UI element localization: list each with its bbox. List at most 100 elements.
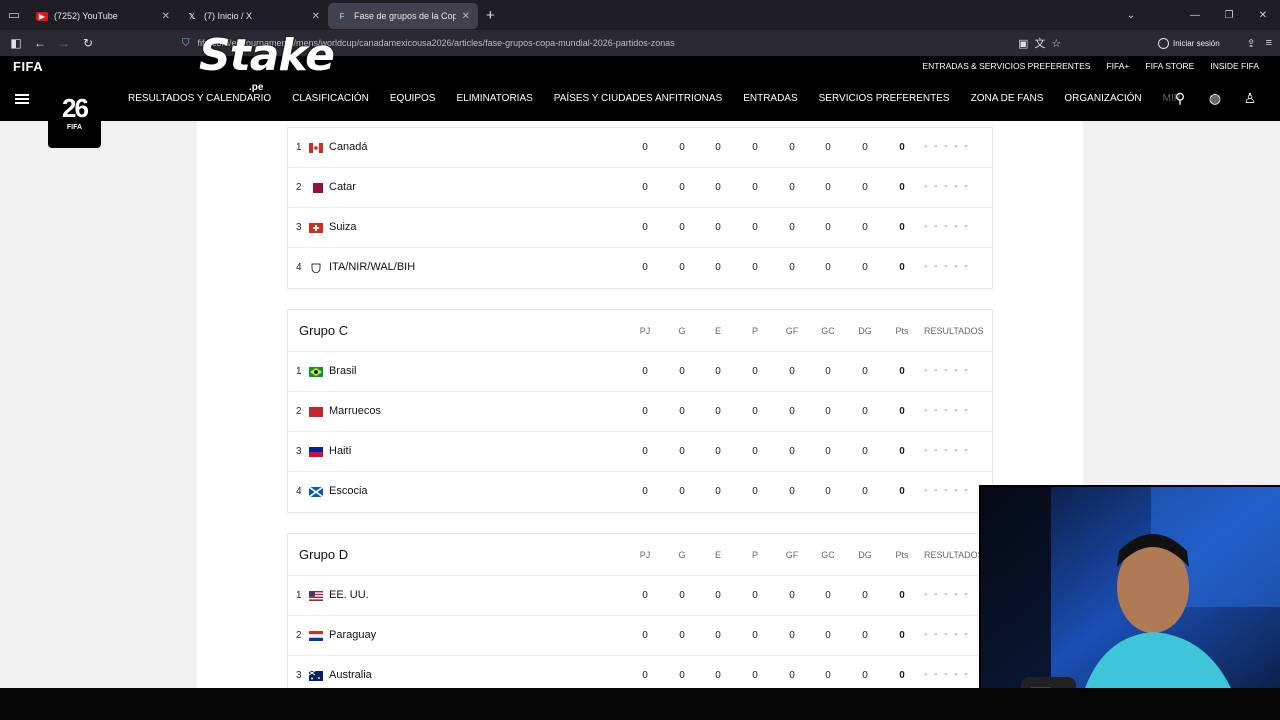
team-position: 3 xyxy=(296,670,302,681)
stat-gc: 0 xyxy=(825,182,831,193)
extensions-icon[interactable]: ⇪ xyxy=(1246,37,1255,50)
stat-gf: 0 xyxy=(789,590,795,601)
stat-dg: 0 xyxy=(862,446,868,457)
table-row[interactable]: 2 Paraguay 0 0 0 0 0 0 0 0 - - - - - xyxy=(288,616,992,656)
close-tab-icon[interactable]: ✕ xyxy=(462,11,470,22)
menu-zona-fans[interactable]: ZONA DE FANS xyxy=(971,93,1044,104)
world-cup-2026-logo[interactable]: 26 FIFA xyxy=(48,80,101,148)
menu-icon[interactable]: ≡ xyxy=(1266,37,1272,49)
close-tab-icon[interactable]: ✕ xyxy=(312,11,320,22)
menu-clasificacion[interactable]: CLASIFICACIÓN xyxy=(292,93,369,104)
stat-pj: 0 xyxy=(642,182,648,193)
column-header: DG xyxy=(858,326,872,336)
signin-button[interactable]: Iniciar sesión xyxy=(1158,35,1220,51)
column-header: PJ xyxy=(639,326,651,336)
stat-e: 0 xyxy=(715,670,721,681)
stat-p: 0 xyxy=(752,486,758,497)
minimize-icon[interactable]: — xyxy=(1178,10,1212,21)
column-header: P xyxy=(751,550,758,560)
stat-gf: 0 xyxy=(789,486,795,497)
chevron-down-icon[interactable]: ⌄ xyxy=(1114,10,1148,21)
team-name[interactable]: ITA/NIR/WAL/BIH xyxy=(329,261,415,273)
tab-list-icon[interactable]: ▭ xyxy=(0,0,28,30)
stat-gc: 0 xyxy=(825,670,831,681)
toplink-store[interactable]: FIFA STORE xyxy=(1145,61,1194,71)
forward-icon[interactable]: → xyxy=(52,36,76,50)
stat-p: 0 xyxy=(752,590,758,601)
stat-gf: 0 xyxy=(789,446,795,457)
hamburger-menu-icon[interactable] xyxy=(14,91,30,107)
team-name[interactable]: Canadá xyxy=(329,141,368,153)
tab-x[interactable]: 𝕏 (7) Inicio / X ✕ xyxy=(178,3,328,29)
stat-pj: 0 xyxy=(642,590,648,601)
table-row[interactable]: 1 Canadá 0 0 0 0 0 0 0 0 - - - - - xyxy=(288,128,992,168)
stat-pts: 0 xyxy=(899,366,905,377)
tab-fifa[interactable]: F Fase de grupos de la Copa Mun ✕ xyxy=(328,3,478,29)
menu-resultados[interactable]: RESULTADOS Y CALENDARIO xyxy=(128,93,271,104)
table-row[interactable]: 3 Suiza 0 0 0 0 0 0 0 0 - - - - - xyxy=(288,208,992,248)
close-window-icon[interactable]: ✕ xyxy=(1246,10,1280,21)
new-tab-icon[interactable]: + xyxy=(478,7,503,24)
column-header: GC xyxy=(821,326,835,336)
table-row[interactable]: 2 Marruecos 0 0 0 0 0 0 0 0 - - - - - xyxy=(288,392,992,432)
stat-pts: 0 xyxy=(899,670,905,681)
reload-icon[interactable]: ↻ xyxy=(76,36,100,50)
table-row[interactable]: 4 Escocia 0 0 0 0 0 0 0 0 - - - - - xyxy=(288,472,992,512)
team-name[interactable]: Marruecos xyxy=(329,405,381,417)
stat-e: 0 xyxy=(715,262,721,273)
team-name[interactable]: Suiza xyxy=(329,221,357,233)
stat-gf: 0 xyxy=(789,670,795,681)
star-icon[interactable]: ☆ xyxy=(1051,37,1061,50)
sidebar-toggle-icon[interactable]: ◧ xyxy=(4,36,28,50)
fifa-logo[interactable]: FIFA xyxy=(13,59,43,74)
back-icon[interactable]: ← xyxy=(28,36,52,50)
table-row[interactable]: 1 Brasil 0 0 0 0 0 0 0 0 - - - - - xyxy=(288,352,992,392)
globe-icon[interactable]: ◍ xyxy=(1207,90,1223,107)
tab-title: (7252) YouTube xyxy=(54,11,118,21)
toplink-inside[interactable]: INSIDE FIFA xyxy=(1210,61,1259,71)
stat-e: 0 xyxy=(715,486,721,497)
team-name[interactable]: Escocia xyxy=(329,485,368,497)
user-icon[interactable]: ♙ xyxy=(1242,90,1258,107)
team-name[interactable]: EE. UU. xyxy=(329,589,369,601)
team-name[interactable]: Australia xyxy=(329,669,372,681)
translate-icon[interactable]: 文 xyxy=(1034,35,1045,51)
stat-pj: 0 xyxy=(642,486,648,497)
tab-youtube[interactable]: ▶ (7252) YouTube ✕ xyxy=(28,3,178,29)
menu-organizacion[interactable]: ORGANIZACIÓN xyxy=(1064,93,1141,104)
reader-icon[interactable]: ▣ xyxy=(1018,37,1028,50)
column-header: DG xyxy=(858,550,872,560)
menu-equipos[interactable]: EQUIPOS xyxy=(390,93,436,104)
menu-servicios[interactable]: SERVICIOS PREFERENTES xyxy=(819,93,950,104)
menu-paises[interactable]: PAÍSES Y CIUDADES ANFITRIONAS xyxy=(554,93,722,104)
maximize-icon[interactable]: ❐ xyxy=(1212,10,1246,21)
stat-gf: 0 xyxy=(789,262,795,273)
close-tab-icon[interactable]: ✕ xyxy=(162,11,170,22)
stat-e: 0 xyxy=(715,446,721,457)
menu-eliminatorias[interactable]: ELIMINATORIAS xyxy=(456,93,532,104)
stat-g: 0 xyxy=(679,222,685,233)
search-icon[interactable]: ⚲ xyxy=(1172,90,1188,107)
toplink-fifa-plus[interactable]: FIFA+ xyxy=(1106,61,1129,71)
team-position: 4 xyxy=(296,486,302,497)
team-name[interactable]: Brasil xyxy=(329,365,357,377)
table-row[interactable]: 2 Catar 0 0 0 0 0 0 0 0 - - - - - xyxy=(288,168,992,208)
menu-entradas[interactable]: ENTRADAS xyxy=(743,93,797,104)
stat-pts: 0 xyxy=(899,486,905,497)
column-header: E xyxy=(714,550,721,560)
group-header: Grupo C PJ G E P GF GC DG Pts RESULTADOS xyxy=(288,310,992,352)
stat-g: 0 xyxy=(679,590,685,601)
team-name[interactable]: Haití xyxy=(329,445,352,457)
team-name[interactable]: Paraguay xyxy=(329,629,376,641)
column-header: P xyxy=(751,326,758,336)
table-row[interactable]: 1 EE. UU. 0 0 0 0 0 0 0 0 - - - - - xyxy=(288,576,992,616)
stat-gc: 0 xyxy=(825,486,831,497)
table-row[interactable]: 4 ITA/NIR/WAL/BIH 0 0 0 0 0 0 0 0 - - - - - xyxy=(288,248,992,288)
group-header: Grupo D PJ G E P GF GC DG Pts RESULTADOS xyxy=(288,534,992,576)
team-name[interactable]: Catar xyxy=(329,181,356,193)
table-row[interactable]: 3 Haití 0 0 0 0 0 0 0 0 - - - - - xyxy=(288,432,992,472)
wc-number: 26 xyxy=(62,93,89,124)
toplink-entradas[interactable]: ENTRADAS & SERVICIOS PREFERENTES xyxy=(922,61,1090,71)
table-row[interactable]: 3 Australia 0 0 0 0 0 0 0 0 - - - - - xyxy=(288,656,992,688)
stat-pj: 0 xyxy=(642,222,648,233)
